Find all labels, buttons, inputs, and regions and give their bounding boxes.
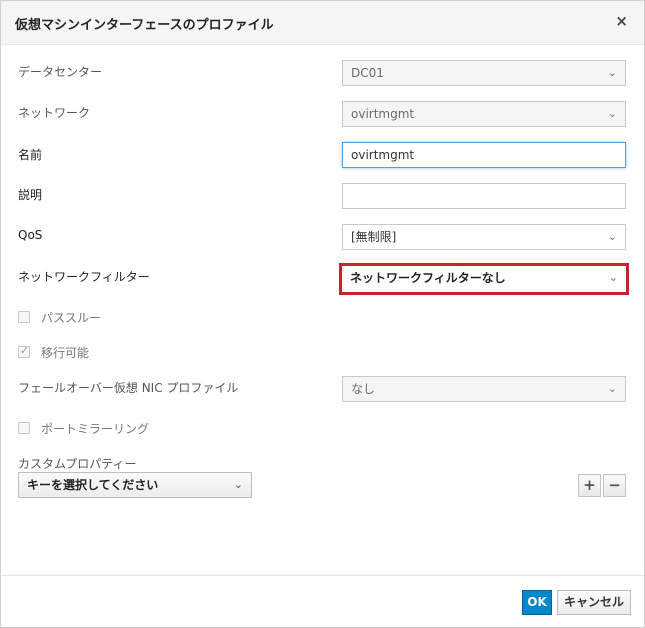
network-label: ネットワーク	[18, 106, 91, 120]
port-mirroring-label: ポートミラーリング	[41, 422, 150, 436]
chevron-down-icon: ⌄	[607, 66, 617, 79]
dialog-header: 仮想マシンインターフェースのプロファイル ×	[1, 1, 644, 45]
network-filter-label: ネットワークフィルター	[18, 270, 150, 284]
port-mirroring-checkbox[interactable]	[18, 422, 30, 434]
chevron-down-icon: ⌄	[607, 230, 617, 243]
cancel-button[interactable]: キャンセル	[557, 590, 631, 615]
plus-icon[interactable]: +	[578, 474, 601, 497]
close-icon[interactable]: ×	[615, 12, 628, 30]
ok-button[interactable]: OK	[522, 590, 552, 615]
migratable-label: 移行可能	[41, 346, 90, 360]
passthrough-checkbox[interactable]	[18, 311, 30, 323]
vnic-profile-dialog: 仮想マシンインターフェースのプロファイル × データセンター DC01 ⌄ ネッ…	[0, 0, 645, 628]
failover-label: フェールオーバー仮想 NIC プロファイル	[18, 381, 239, 395]
chevron-down-icon: ⌄	[607, 107, 617, 120]
qos-select[interactable]: [無制限] ⌄	[342, 224, 626, 250]
failover-select[interactable]: なし ⌄	[342, 376, 626, 402]
migratable-checkbox[interactable]	[18, 344, 30, 358]
chevron-down-icon: ⌄	[233, 478, 243, 491]
network-filter-highlight	[339, 263, 629, 295]
minus-icon[interactable]: −	[603, 474, 626, 497]
description-label: 説明	[18, 188, 43, 202]
qos-value: [無制限]	[351, 230, 397, 244]
description-input[interactable]	[342, 183, 626, 209]
footer-divider	[1, 575, 644, 576]
datacenter-select[interactable]: DC01 ⌄	[342, 60, 626, 86]
network-select[interactable]: ovirtmgmt ⌄	[342, 101, 626, 127]
passthrough-label: パススルー	[41, 311, 102, 325]
custom-property-key-value: キーを選択してください	[27, 478, 159, 492]
network-value: ovirtmgmt	[351, 107, 415, 121]
chevron-down-icon: ⌄	[607, 382, 617, 395]
qos-label: QoS	[18, 228, 43, 242]
datacenter-value: DC01	[351, 66, 384, 80]
dialog-title: 仮想マシンインターフェースのプロファイル	[15, 18, 274, 33]
datacenter-label: データセンター	[18, 65, 103, 79]
name-input[interactable]	[342, 142, 626, 168]
failover-value: なし	[351, 382, 376, 396]
custom-property-key-select[interactable]: キーを選択してください ⌄	[18, 472, 252, 498]
name-label: 名前	[18, 148, 43, 162]
custom-properties-label: カスタムプロパティー	[18, 457, 137, 471]
